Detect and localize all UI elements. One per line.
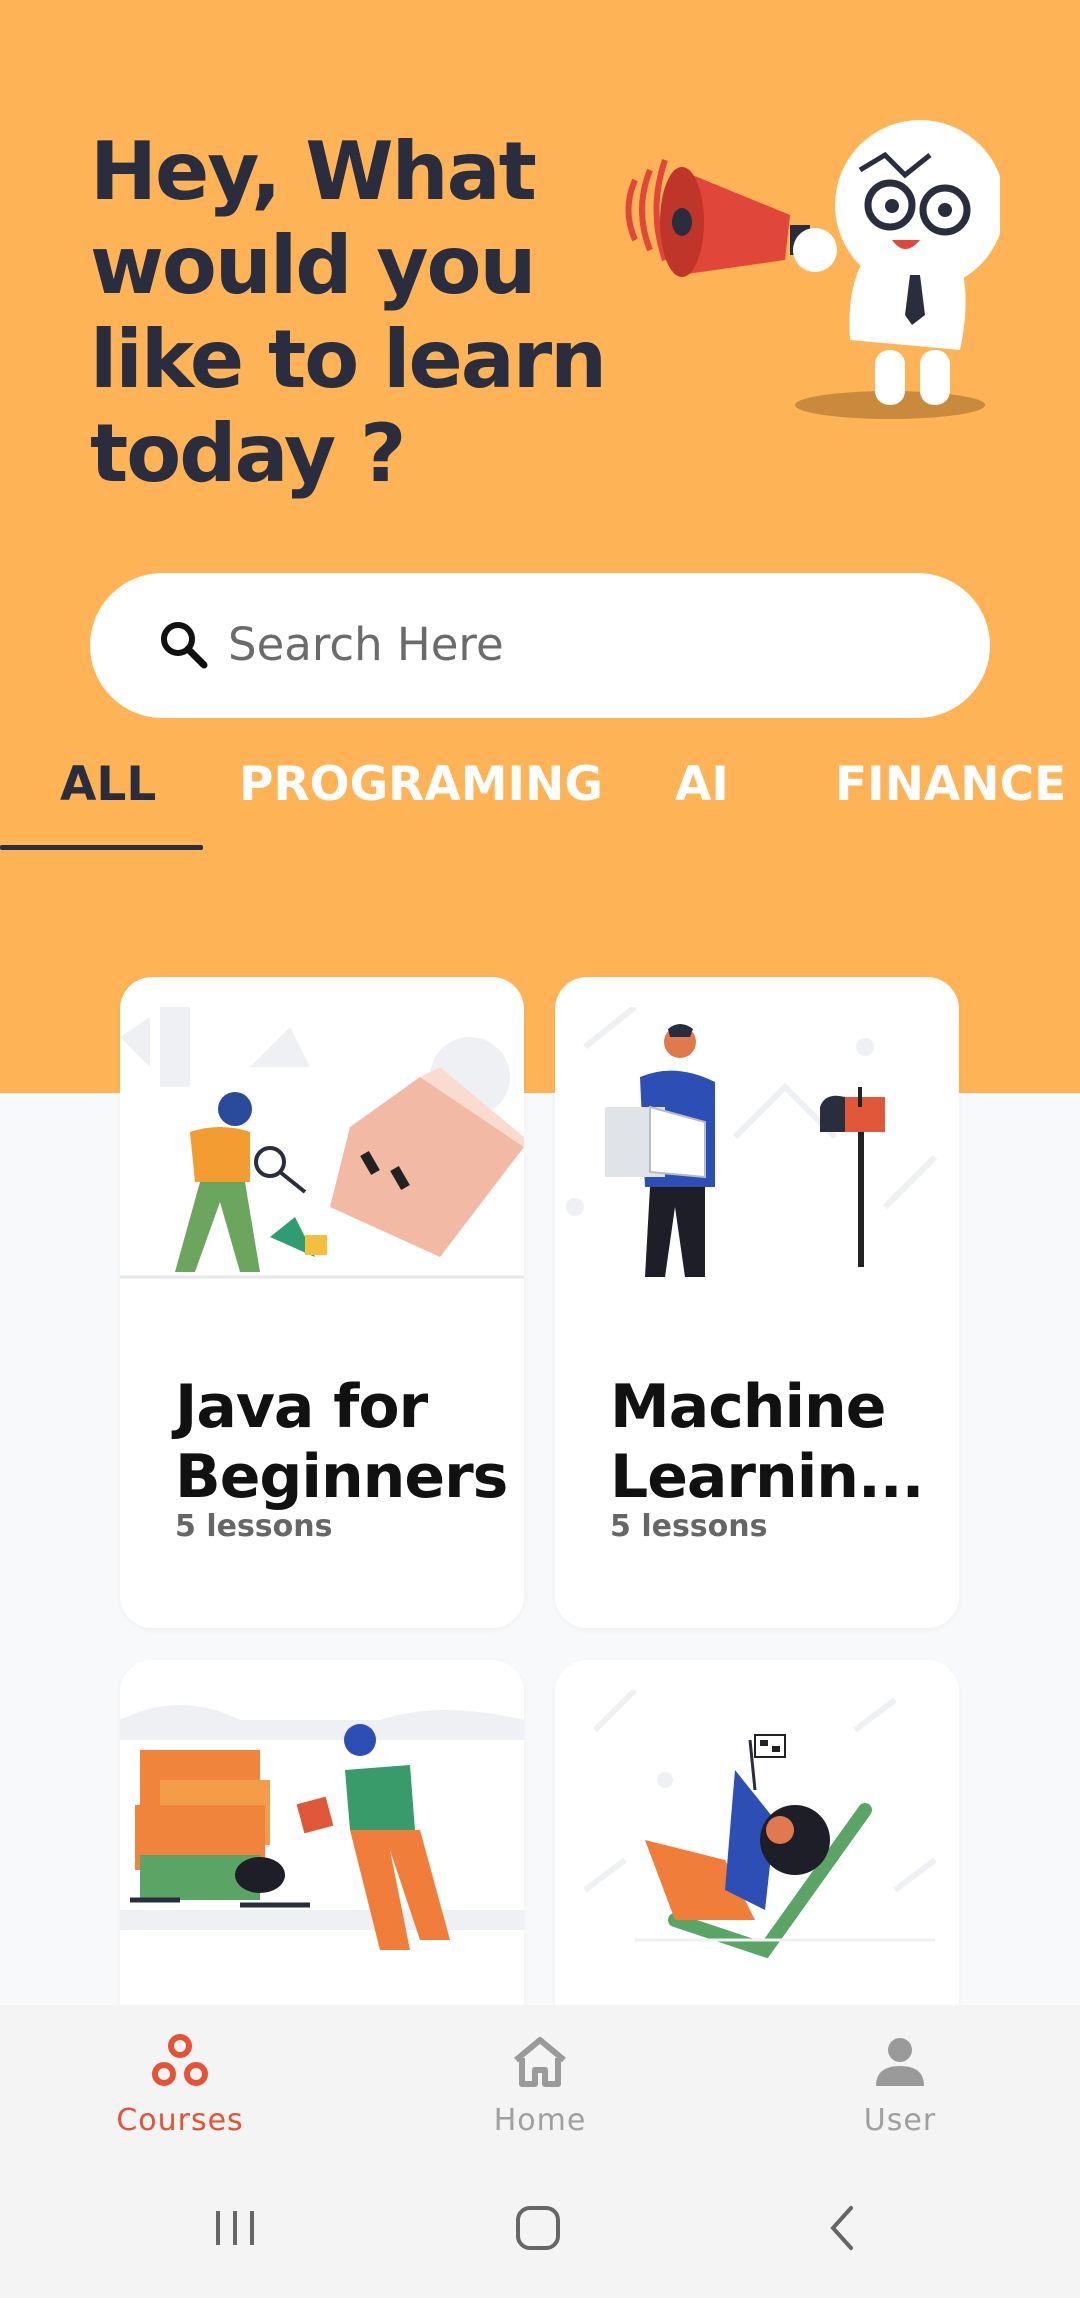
course-card[interactable]: Machine Learnin... 5 lessons [555, 977, 959, 1628]
home-icon [514, 2037, 566, 2087]
tab-programing[interactable]: PROGRAMING [239, 755, 603, 815]
active-tab-indicator [0, 845, 203, 850]
home-system-icon[interactable] [513, 2203, 563, 2253]
course-card[interactable] [555, 1660, 959, 2060]
search-bar[interactable]: Search Here [90, 573, 990, 718]
course-card[interactable]: Java for Beginners 5 lessons [120, 977, 524, 1628]
course-card[interactable] [120, 1660, 524, 2060]
nav-courses-label: Courses [116, 2103, 244, 2138]
java-course-illustration [120, 1007, 524, 1282]
back-icon[interactable] [818, 2203, 868, 2253]
user-icon [876, 2038, 924, 2086]
nav-home[interactable]: Home [440, 2005, 640, 2155]
nav-courses[interactable]: Courses [80, 2005, 280, 2155]
machine-learning-course-illustration [555, 1007, 959, 1282]
recent-apps-icon[interactable] [210, 2203, 260, 2253]
delivery-course-illustration [120, 1690, 524, 1965]
nav-home-label: Home [493, 2103, 587, 2138]
course-lesson-count: 5 lessons [610, 1509, 768, 1544]
nav-user-label: User [863, 2103, 937, 2138]
courses-icon [152, 2034, 208, 2086]
tab-finance[interactable]: FINANCE [835, 755, 1066, 815]
course-lesson-count: 5 lessons [175, 1509, 333, 1544]
system-navigation-bar [0, 2175, 1080, 2298]
tab-all[interactable]: ALL [60, 755, 156, 815]
category-tabs: ALL PROGRAMING AI FINANCE [0, 755, 1080, 855]
search-icon [161, 622, 208, 669]
course-title: Java for Beginners [175, 1372, 508, 1512]
mascot-megaphone-illustration [625, 120, 1000, 419]
finance-course-illustration [555, 1690, 959, 1965]
course-title: Machine Learnin... [610, 1372, 924, 1512]
page-headline: Hey, What would you like to learn today … [90, 125, 607, 500]
nav-user[interactable]: User [800, 2005, 1000, 2155]
search-placeholder: Search Here [228, 618, 504, 671]
tab-ai[interactable]: AI [675, 755, 729, 815]
